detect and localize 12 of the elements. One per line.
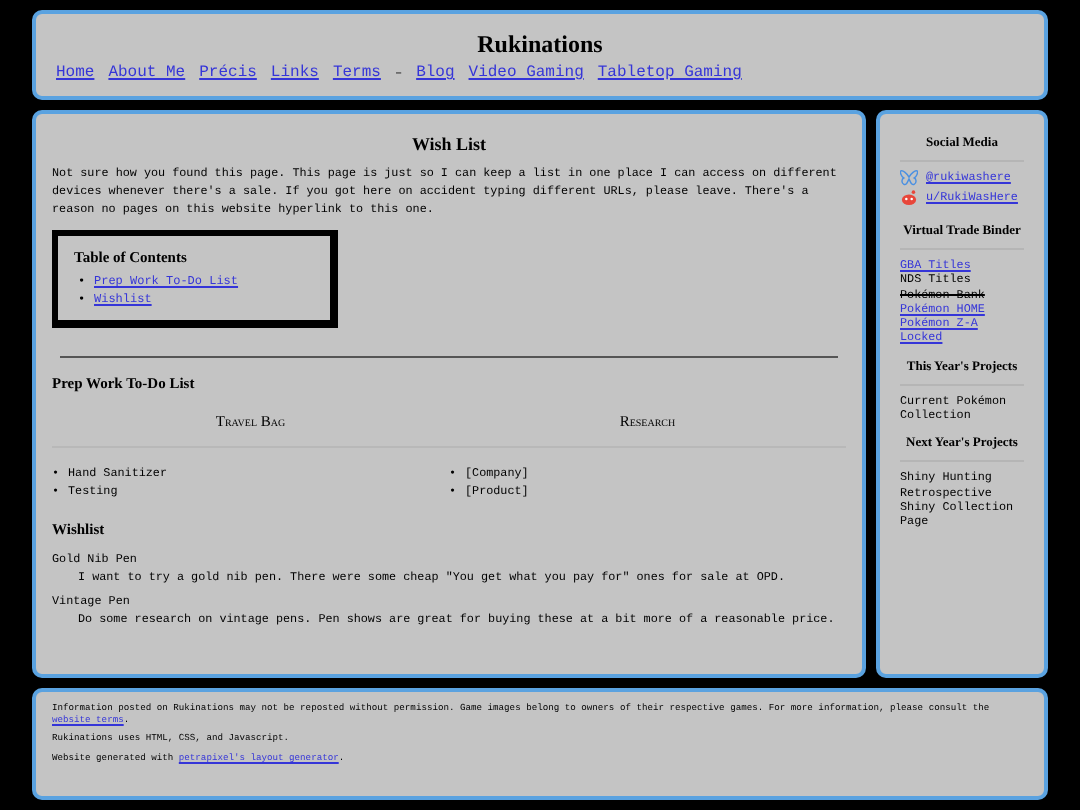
nav-link[interactable]: Tabletop Gaming — [597, 64, 742, 82]
nav-link[interactable]: Terms — [332, 64, 381, 82]
nav-link[interactable]: About Me — [108, 64, 186, 82]
butterfly-icon — [900, 170, 918, 186]
nav-link[interactable]: Blog — [416, 64, 455, 82]
nav-link[interactable]: Video Gaming — [468, 64, 584, 82]
nav-link[interactable]: Links — [270, 64, 319, 82]
nav-link[interactable]: Home — [56, 64, 95, 82]
site-title: Rukinations — [475, 30, 605, 60]
alien-face-icon — [900, 190, 918, 206]
page-title: Wish List — [409, 134, 489, 154]
nav-link[interactable]: Précis — [199, 64, 257, 82]
